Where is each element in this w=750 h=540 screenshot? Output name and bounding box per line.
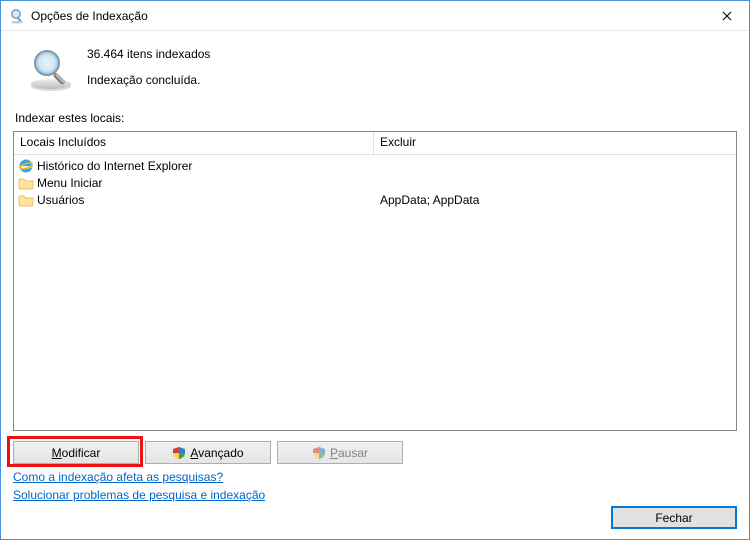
modify-button[interactable]: Modificar <box>13 441 139 464</box>
list-item-label: Usuários <box>37 193 84 207</box>
dialog-content: 36.464 itens indexados Indexação concluí… <box>1 31 749 539</box>
shield-icon <box>172 446 186 460</box>
button-row: Modificar Avançado Pausar <box>13 441 737 464</box>
close-window-button[interactable] <box>704 1 749 31</box>
exclude-value: AppData; AppData <box>380 193 479 207</box>
magnifier-icon <box>27 45 75 93</box>
footer: Fechar <box>13 502 737 529</box>
modify-rest: odificar <box>62 446 101 460</box>
ie-icon <box>18 158 34 174</box>
col-exclude-header[interactable]: Excluir <box>374 132 736 154</box>
pause-accel: P <box>330 446 338 460</box>
indexing-state: Indexação concluída. <box>87 73 210 87</box>
list-body: Histórico do Internet Explorer Menu Inic… <box>14 155 736 430</box>
list-item <box>374 157 736 174</box>
list-item[interactable]: Menu Iniciar <box>14 174 373 191</box>
list-item[interactable]: Usuários <box>14 191 373 208</box>
pause-rest: ausar <box>338 446 368 460</box>
list-item-label: Histórico do Internet Explorer <box>37 159 192 173</box>
shield-icon <box>312 446 326 460</box>
locations-listbox[interactable]: Locais Incluídos Excluir Histórico do In… <box>13 131 737 431</box>
folder-icon <box>18 175 34 191</box>
advanced-button[interactable]: Avançado <box>145 441 271 464</box>
list-item: AppData; AppData <box>374 191 736 208</box>
help-links: Como a indexação afeta as pesquisas? Sol… <box>13 470 737 502</box>
list-item <box>374 174 736 191</box>
indexing-options-window: Opções de Indexação <box>0 0 750 540</box>
locations-label: Indexar estes locais: <box>15 111 737 125</box>
list-item-label: Menu Iniciar <box>37 176 102 190</box>
close-button[interactable]: Fechar <box>611 506 737 529</box>
window-title: Opções de Indexação <box>31 9 704 23</box>
status-area: 36.464 itens indexados Indexação concluí… <box>27 45 737 93</box>
included-column: Histórico do Internet Explorer Menu Inic… <box>14 155 374 430</box>
advanced-rest: vançado <box>198 446 243 460</box>
col-included-header[interactable]: Locais Incluídos <box>14 132 374 154</box>
pause-button: Pausar <box>277 441 403 464</box>
title-bar: Opções de Indexação <box>1 1 749 31</box>
list-header: Locais Incluídos Excluir <box>14 132 736 154</box>
list-item[interactable]: Histórico do Internet Explorer <box>14 157 373 174</box>
app-icon <box>9 8 25 24</box>
indexed-count: 36.464 itens indexados <box>87 47 210 61</box>
folder-icon <box>18 192 34 208</box>
modify-accel: M <box>52 446 62 460</box>
exclude-column: AppData; AppData <box>374 155 736 430</box>
troubleshoot-link[interactable]: Solucionar problemas de pesquisa e index… <box>13 488 265 502</box>
how-indexing-affects-link[interactable]: Como a indexação afeta as pesquisas? <box>13 470 223 484</box>
status-text: 36.464 itens indexados Indexação concluí… <box>87 45 210 88</box>
